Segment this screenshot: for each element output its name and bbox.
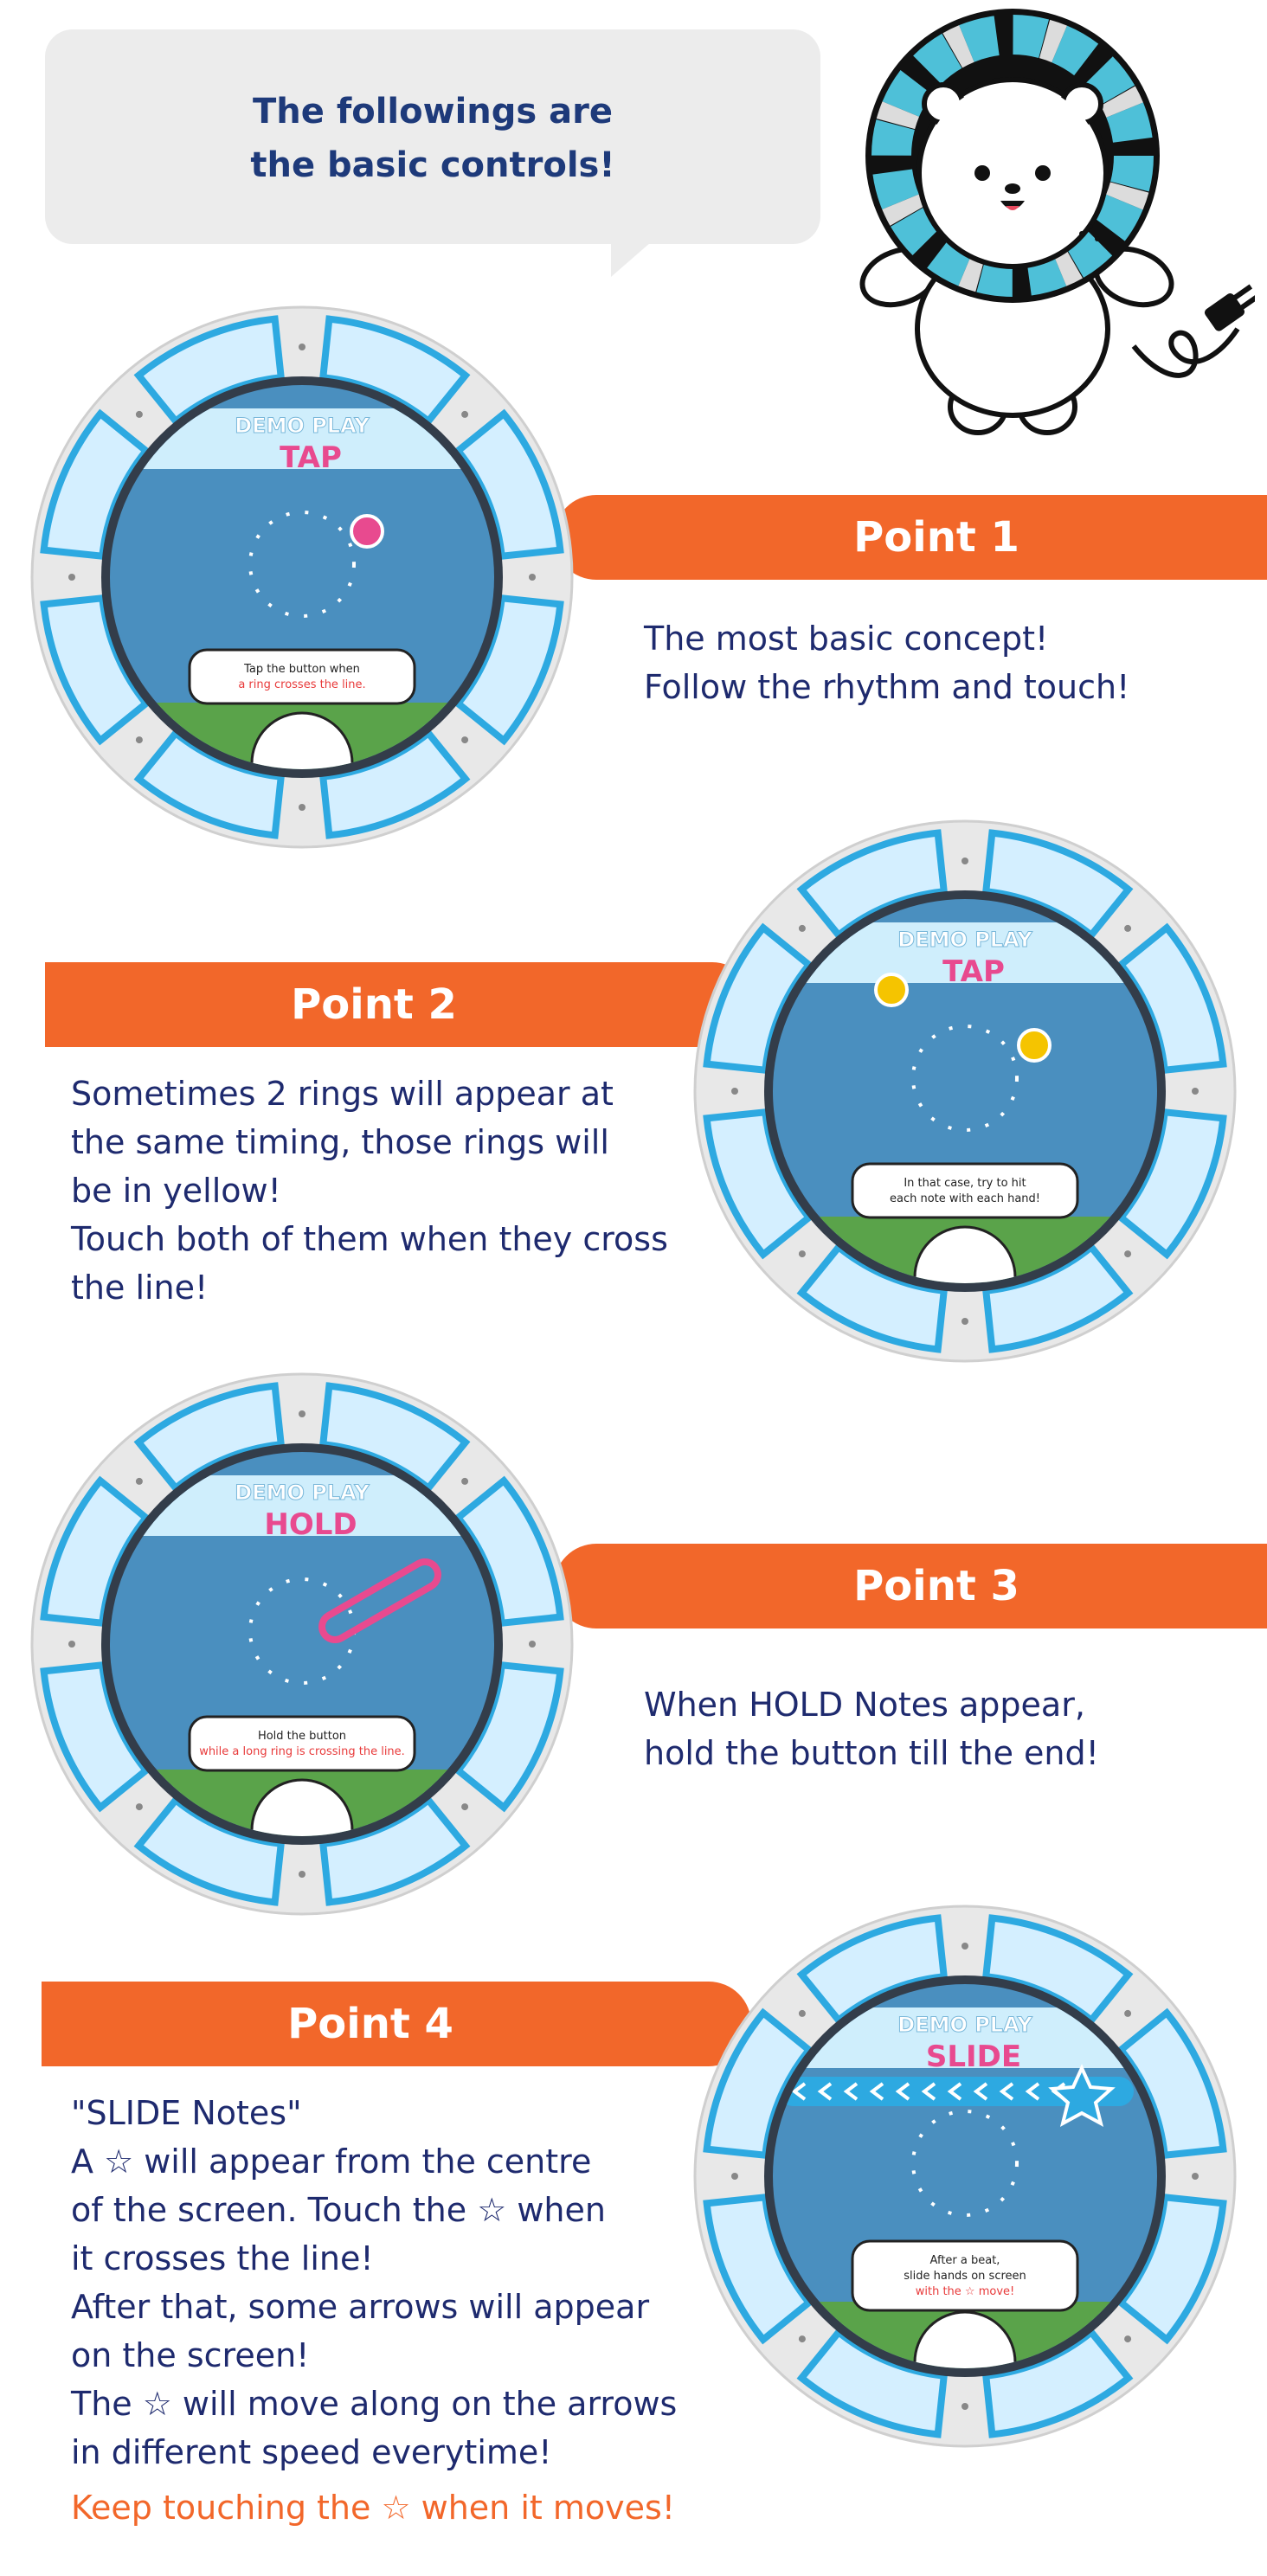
device-divider-dot (461, 736, 469, 744)
device-divider-dot (529, 1641, 536, 1648)
device-mode-label: TAP (942, 954, 1005, 989)
point-4-line: "SLIDE Notes" (71, 2094, 302, 2132)
intro-text: The followings are the basic controls! (45, 85, 820, 192)
point-1-bar: Point 1 (554, 495, 1267, 580)
device-divider-dot (135, 1477, 143, 1485)
device-divider-dot (962, 1943, 968, 1950)
device-caption-box (188, 1715, 416, 1772)
point-4-highlight: Keep touching the ☆ when it moves! (71, 2489, 676, 2527)
intro-bubble-tail (611, 242, 651, 277)
point-2-line: be in yellow! (71, 1172, 281, 1210)
point-1-description: The most basic concept! Follow the rhyth… (644, 614, 1129, 711)
device-divider-dot (135, 736, 143, 744)
point-4-line: The ☆ will move along on the arrows (71, 2385, 678, 2423)
device-demo-label: DEMO PLAY (897, 928, 1032, 952)
point-1-label: Point 1 (853, 513, 1019, 562)
device-divider-dot (798, 2009, 806, 2017)
device-divider-dot (962, 2403, 968, 2410)
point-4-line: A ☆ will appear from the centre (71, 2142, 592, 2181)
point-2-line: Touch both of them when they cross (71, 1220, 668, 1258)
device-divider-dot (1124, 1250, 1132, 1258)
device-divider-dot (1192, 1088, 1199, 1095)
device-divider-dot (1124, 2335, 1132, 2343)
device-divider-dot (731, 2173, 738, 2180)
intro-line-2: the basic controls! (250, 145, 615, 185)
device-divider-dot (1124, 2009, 1132, 2017)
point-1-line: Follow the rhythm and touch! (644, 668, 1130, 706)
device-divider-dot (1192, 2173, 1199, 2180)
point-4-label: Point 4 (287, 2000, 453, 2048)
game-device-point-2: DEMO PLAY TAP In that case, try to hit each… (692, 819, 1238, 1364)
device-divider-dot (461, 410, 469, 418)
point-4-line: of the screen. Touch the ☆ when (71, 2191, 606, 2229)
device-divider-dot (962, 858, 968, 864)
point-3-label: Point 3 (853, 1562, 1019, 1610)
device-caption-line: with the ☆ move! (916, 2285, 1015, 2298)
game-device-point-3: DEMO PLAY HOLD Hold the button while a long… (29, 1372, 575, 1917)
point-4-line: on the screen! (71, 2336, 310, 2374)
point-2-bar: Point 2 (45, 962, 755, 1047)
device-demo-label: DEMO PLAY (235, 1481, 370, 1505)
device-divider-dot (731, 1088, 738, 1095)
device-divider-dot (135, 1803, 143, 1811)
device-caption-box (851, 1162, 1079, 1219)
device-caption-line: while a long ring is crossing the line. (199, 1745, 405, 1758)
device-divider-dot (1124, 924, 1132, 932)
device-caption-box (188, 648, 416, 705)
point-2-description: Sometimes 2 rings will appear at the sam… (71, 1070, 668, 1312)
game-device-point-1: DEMO PLAY TAP Tap the button when a ring cr… (29, 305, 575, 850)
device-caption-line: a ring crosses the line. (238, 678, 365, 691)
device-divider-dot (461, 1803, 469, 1811)
device-mode-label: HOLD (264, 1507, 357, 1542)
device-divider-dot (135, 410, 143, 418)
device-caption-line: Tap the button when (243, 663, 360, 676)
device-divider-dot (798, 924, 806, 932)
point-2-line: the same timing, those rings will (71, 1123, 609, 1161)
device-divider-dot (68, 574, 75, 581)
device-mode-label: SLIDE (926, 2040, 1021, 2074)
device-mode-label: TAP (280, 440, 342, 475)
point-1-line: The most basic concept! (644, 620, 1049, 658)
point-3-line: hold the button till the end! (644, 1734, 1099, 1772)
device-demo-label: DEMO PLAY (235, 414, 370, 438)
device-svg: DEMO PLAYTAP In that case, try to hit each… (693, 819, 1237, 1363)
device-svg: DEMO PLAY SLIDE After a beat, slide hands o… (693, 1905, 1237, 2448)
point-4-description: "SLIDE Notes" A ☆ will appear from the c… (71, 2089, 677, 2476)
point-2-line: the line! (71, 1269, 209, 1307)
intro-line-1: The followings are (253, 92, 613, 132)
device-divider-dot (299, 1410, 305, 1417)
device-caption-line: In that case, try to hit (904, 1177, 1026, 1190)
point-3-bar: Point 3 (554, 1544, 1267, 1628)
point-4-line: After that, some arrows will appear (71, 2288, 650, 2326)
device-svg: DEMO PLAYHOLD Hold the button while a long… (30, 1372, 574, 1916)
device-divider-dot (68, 1641, 75, 1648)
device-caption-line: Hold the button (258, 1730, 346, 1743)
device-demo-label: DEMO PLAY (897, 2013, 1032, 2037)
point-3-line: When HOLD Notes appear, (644, 1686, 1085, 1724)
point-4-line: in different speed everytime! (71, 2433, 552, 2471)
point-2-label: Point 2 (291, 980, 457, 1029)
device-svg: DEMO PLAYTAP Tap the button when a ring cr… (30, 305, 574, 849)
device-caption-line: After a beat, (930, 2254, 1000, 2267)
device-tap-ring (350, 514, 384, 549)
device-divider-dot (529, 574, 536, 581)
game-device-point-4: DEMO PLAY SLIDE After a beat, slide hands o… (692, 1904, 1238, 2449)
device-divider-dot (461, 1477, 469, 1485)
point-3-description: When HOLD Notes appear, hold the button … (644, 1680, 1099, 1777)
point-2-line: Sometimes 2 rings will appear at (71, 1075, 614, 1113)
device-divider-dot (299, 804, 305, 811)
device-divider-dot (299, 1871, 305, 1878)
device-caption-line: each note with each hand! (890, 1192, 1040, 1205)
device-divider-dot (798, 1250, 806, 1258)
device-caption-line: slide hands on screen (904, 2270, 1026, 2283)
mascot-illustration (839, 0, 1260, 450)
device-divider-dot (798, 2335, 806, 2343)
point-4-line: it crosses the line! (71, 2239, 374, 2277)
point-4-bar: Point 4 (42, 1982, 751, 2066)
device-divider-dot (962, 1318, 968, 1325)
device-yellow-ring (1017, 1028, 1052, 1063)
device-divider-dot (299, 344, 305, 350)
device-yellow-ring (874, 973, 909, 1007)
